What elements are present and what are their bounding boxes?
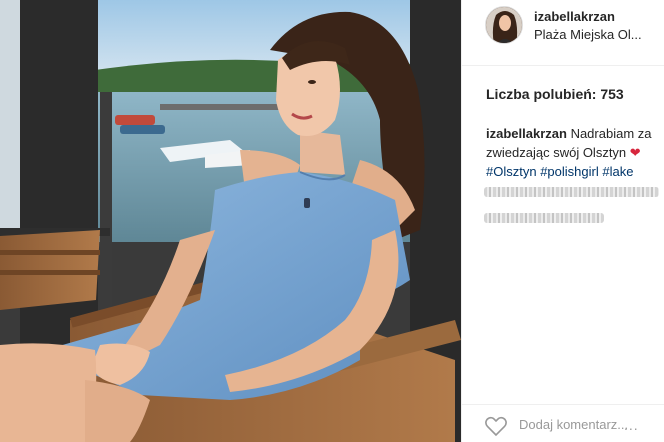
caption-username[interactable]: izabellakrzan	[486, 126, 567, 141]
blurred-text	[484, 213, 604, 223]
heart-outline-icon[interactable]	[484, 415, 508, 437]
hashtag-polishgirl[interactable]: #polishgirl	[540, 164, 599, 179]
hashtag-lake[interactable]: #lake	[602, 164, 633, 179]
post-photo[interactable]	[0, 0, 461, 442]
caption: izabellakrzan Nadrabiam za zwiedzając sw…	[486, 124, 664, 181]
comment-footer: Dodaj komentarz... ...	[462, 404, 664, 442]
post-details-panel: izabellakrzan Plaża Miejska Ol... Liczba…	[461, 0, 664, 442]
caption-text-line2: zwiedzając swój Olsztyn	[486, 145, 627, 160]
heart-emoji-icon: ❤	[629, 145, 641, 160]
username-link[interactable]: izabellakrzan	[534, 9, 615, 24]
post-header: izabellakrzan Plaża Miejska Ol...	[462, 0, 664, 66]
avatar[interactable]	[485, 6, 523, 44]
blurred-text	[484, 187, 659, 197]
location-link[interactable]: Plaża Miejska Ol...	[534, 27, 642, 42]
add-comment-input[interactable]: Dodaj komentarz...	[519, 417, 628, 432]
photo-illustration	[0, 0, 461, 442]
ellipsis-icon[interactable]: ...	[624, 417, 639, 433]
caption-text-line1: Nadrabiam za	[570, 126, 652, 141]
likes-count[interactable]: Liczba polubień: 753	[486, 86, 624, 102]
hashtag-olsztyn[interactable]: #Olsztyn	[486, 164, 537, 179]
